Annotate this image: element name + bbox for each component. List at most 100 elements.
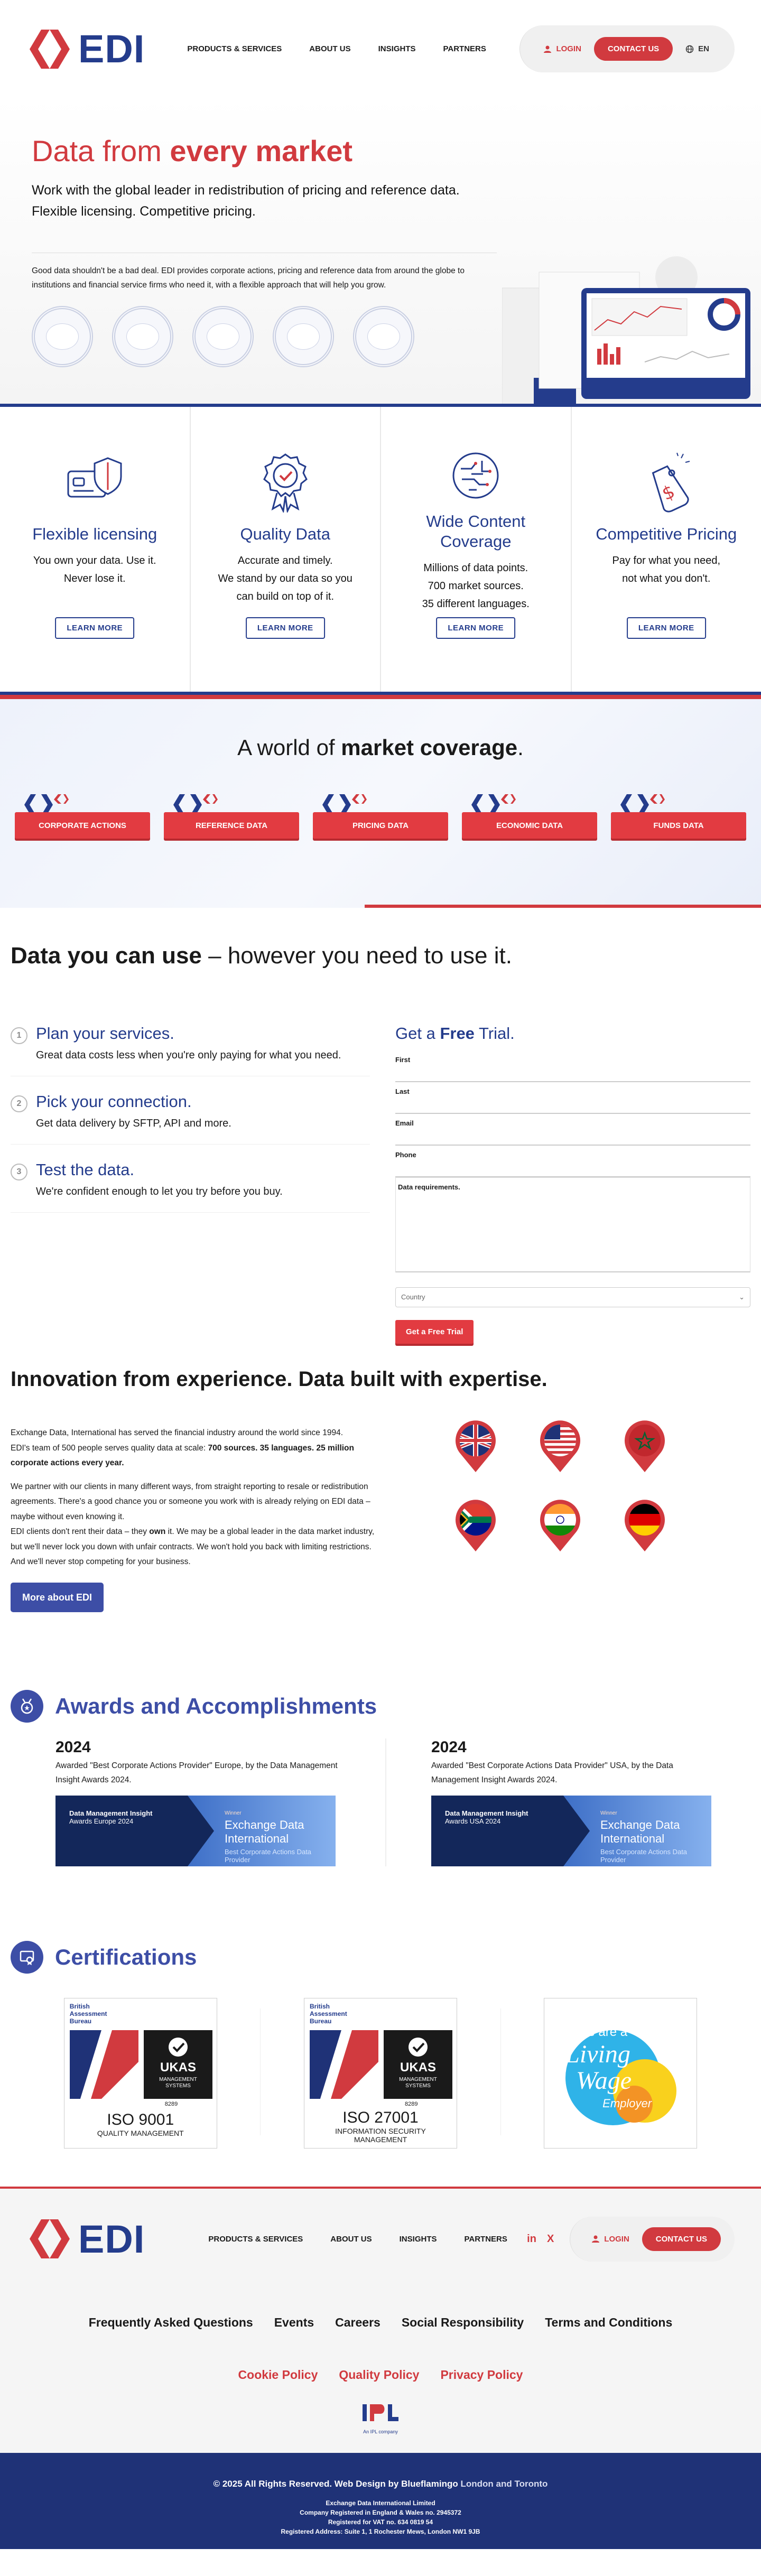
iso-desc: MANAGEMENT [354,2135,407,2144]
language-selector[interactable]: EN [685,44,709,53]
tab-funds-data[interactable]: FUNDS DATA [611,794,746,839]
footer-contact-button[interactable]: CONTACT US [642,2227,721,2251]
awards-title: Awards and Accomplishments [55,1694,377,1718]
banner-sub: Awards USA 2024 [445,1817,501,1825]
site-footer: EDI PRODUCTS & SERVICES ABOUT US INSIGHT… [0,2187,761,2549]
tab-reference-data[interactable]: REFERENCE DATA [164,794,299,839]
use-section: Data you can use – however you need to u… [0,908,761,1368]
india-flag-icon [540,1500,580,1551]
cookie-policy-link[interactable]: Cookie Policy [238,2368,318,2382]
tab-label: PRICING DATA [313,812,448,839]
hero-body: Good data shouldn't be a bad deal. EDI p… [32,253,497,292]
use-title-rest: – however you need to use it. [201,943,512,969]
edi-logo[interactable]: EDI [26,26,145,71]
blueflamingo-link[interactable]: Blueflamingo [401,2479,458,2489]
innovation-p3a: EDI clients don't rent their data – they [11,1527,150,1536]
x-twitter-icon[interactable]: X [547,2233,554,2245]
tab-economic-data[interactable]: ECONOMIC DATA [462,794,597,839]
terms-link[interactable]: Terms and Conditions [545,2315,672,2330]
footer-nav-products[interactable]: PRODUCTS & SERVICES [208,2235,303,2244]
feature-line: You own your data. Use it. [33,555,156,566]
careers-link[interactable]: Careers [335,2315,380,2330]
price-tag-icon: $ [652,452,690,513]
quality-policy-link[interactable]: Quality Policy [339,2368,419,2382]
ipl-logo-mark [363,2404,398,2421]
footer-nav-about[interactable]: ABOUT US [330,2235,372,2244]
banner-category: Best Corporate Actions Data Provider [225,1848,312,1864]
feature-line: not what you don't. [622,573,711,584]
medal-icon [11,1690,43,1723]
iso-9001-certificate: British Assessment Bureau UKAS MANAGEMENT… [63,1998,217,2149]
south-africa-flag-icon [456,1500,496,1551]
phone-field[interactable]: Phone [395,1146,750,1177]
iso-27001-certificate: British Assessment Bureau UKAS MANAGEMENT… [303,1998,457,2149]
awards-heading: Awards and Accomplishments [0,1690,761,1723]
email-field[interactable]: Email [395,1114,750,1146]
banner-title: Exchange Data International [225,1818,304,1845]
edi-logo-mark [30,29,70,69]
free-trial-submit-button[interactable]: Get a Free Trial [395,1320,474,1344]
award-text: Awarded "Best Corporate Actions Data Pro… [431,1761,673,1784]
feature-line: Never lose it. [63,573,126,584]
footer-utility: LOGIN CONTACT US [570,2216,735,2262]
footer-primary-links: Frequently Asked Questions Events Career… [0,2315,761,2330]
learn-more-button[interactable]: LEARN MORE [626,617,706,639]
coverage-title-end: . [517,735,524,760]
learn-more-button[interactable]: LEARN MORE [436,617,516,639]
tab-pricing-data[interactable]: PRICING DATA [313,794,448,839]
nav-partners[interactable]: PARTNERS [443,44,486,53]
first-name-field[interactable]: First [395,1050,750,1082]
data-dashboard-illustration [502,256,750,404]
footer-nav-partners[interactable]: PARTNERS [464,2235,507,2244]
edi-logo-mark [30,2219,70,2258]
award-item: 2024 Awarded "Best Corporate Actions Dat… [386,1738,761,1866]
feature-competitive-pricing: $ Competitive Pricing Pay for what you n… [572,407,761,692]
coverage-tabs: CORPORATE ACTIONS REFERENCE DATA PRICING… [0,794,761,839]
ukas-logo-icon: UKAS MANAGEMENTSYSTEMS [309,2030,452,2099]
tab-label: FUNDS DATA [611,812,746,839]
svg-text:SYSTEMS: SYSTEMS [405,2083,431,2089]
legal-line: Registered for VAT no. 634 0819 54 [328,2518,433,2526]
innovation-p3b: own [149,1527,166,1536]
award-badge [273,306,334,367]
linkedin-icon[interactable]: in [527,2233,536,2245]
more-about-edi-button[interactable]: More about EDI [11,1582,104,1612]
nav-insights[interactable]: INSIGHTS [378,44,416,53]
last-name-field[interactable]: Last [395,1082,750,1114]
award-year: 2024 [431,1738,467,1756]
learn-more-button[interactable]: LEARN MORE [245,617,325,639]
data-requirements-field[interactable]: Data requirements. [395,1177,750,1272]
innovation-paragraph: We partner with our clients in many diff… [11,1480,375,1525]
footer-login-link[interactable]: LOGIN [591,2235,629,2244]
site-header: EDI PRODUCTS & SERVICES ABOUT US INSIGHT… [0,0,761,98]
feature-title: Flexible licensing [32,525,157,543]
innovation-paragraph: Exchange Data, International has served … [11,1426,375,1471]
feature-line: Accurate and timely. [237,555,333,566]
feature-flexible-licensing: Flexible licensing You own your data. Us… [0,407,191,692]
country-select[interactable]: Country ⌄ [395,1287,750,1307]
footer-nav-insights[interactable]: INSIGHTS [400,2235,437,2244]
certifications-section: Certifications British Assessment Bureau… [0,1941,761,2187]
events-link[interactable]: Events [274,2315,314,2330]
ipl-logo[interactable]: An IPL company [359,2403,402,2434]
login-link[interactable]: LOGIN [543,44,581,53]
nav-products[interactable]: PRODUCTS & SERVICES [187,44,282,53]
privacy-policy-link[interactable]: Privacy Policy [440,2368,523,2382]
coverage-title-bold: market coverage [341,735,518,760]
iso-number: ISO 9001 [107,2111,174,2128]
use-title-bold: Data you can use [11,943,202,969]
feature-wide-coverage: Wide Content Coverage Millions of data p… [381,407,572,692]
learn-more-button[interactable]: LEARN MORE [55,617,135,639]
nav-about[interactable]: ABOUT US [309,44,350,53]
footer-edi-logo[interactable]: EDI [26,2217,145,2262]
faq-link[interactable]: Frequently Asked Questions [89,2315,253,2330]
social-responsibility-link[interactable]: Social Responsibility [402,2315,524,2330]
contact-us-button[interactable]: CONTACT US [593,37,673,61]
hero-title-bold: every market [170,134,353,168]
award-badge [112,306,173,367]
innovation-section: Innovation from experience. Data built w… [0,1368,761,1690]
legal-line: Exchange Data International Limited [326,2499,435,2507]
tab-corporate-actions[interactable]: CORPORATE ACTIONS [15,794,150,839]
main-nav: PRODUCTS & SERVICES ABOUT US INSIGHTS PA… [187,44,519,53]
market-coverage-section: A world of market coverage. CORPORATE AC… [0,695,761,908]
